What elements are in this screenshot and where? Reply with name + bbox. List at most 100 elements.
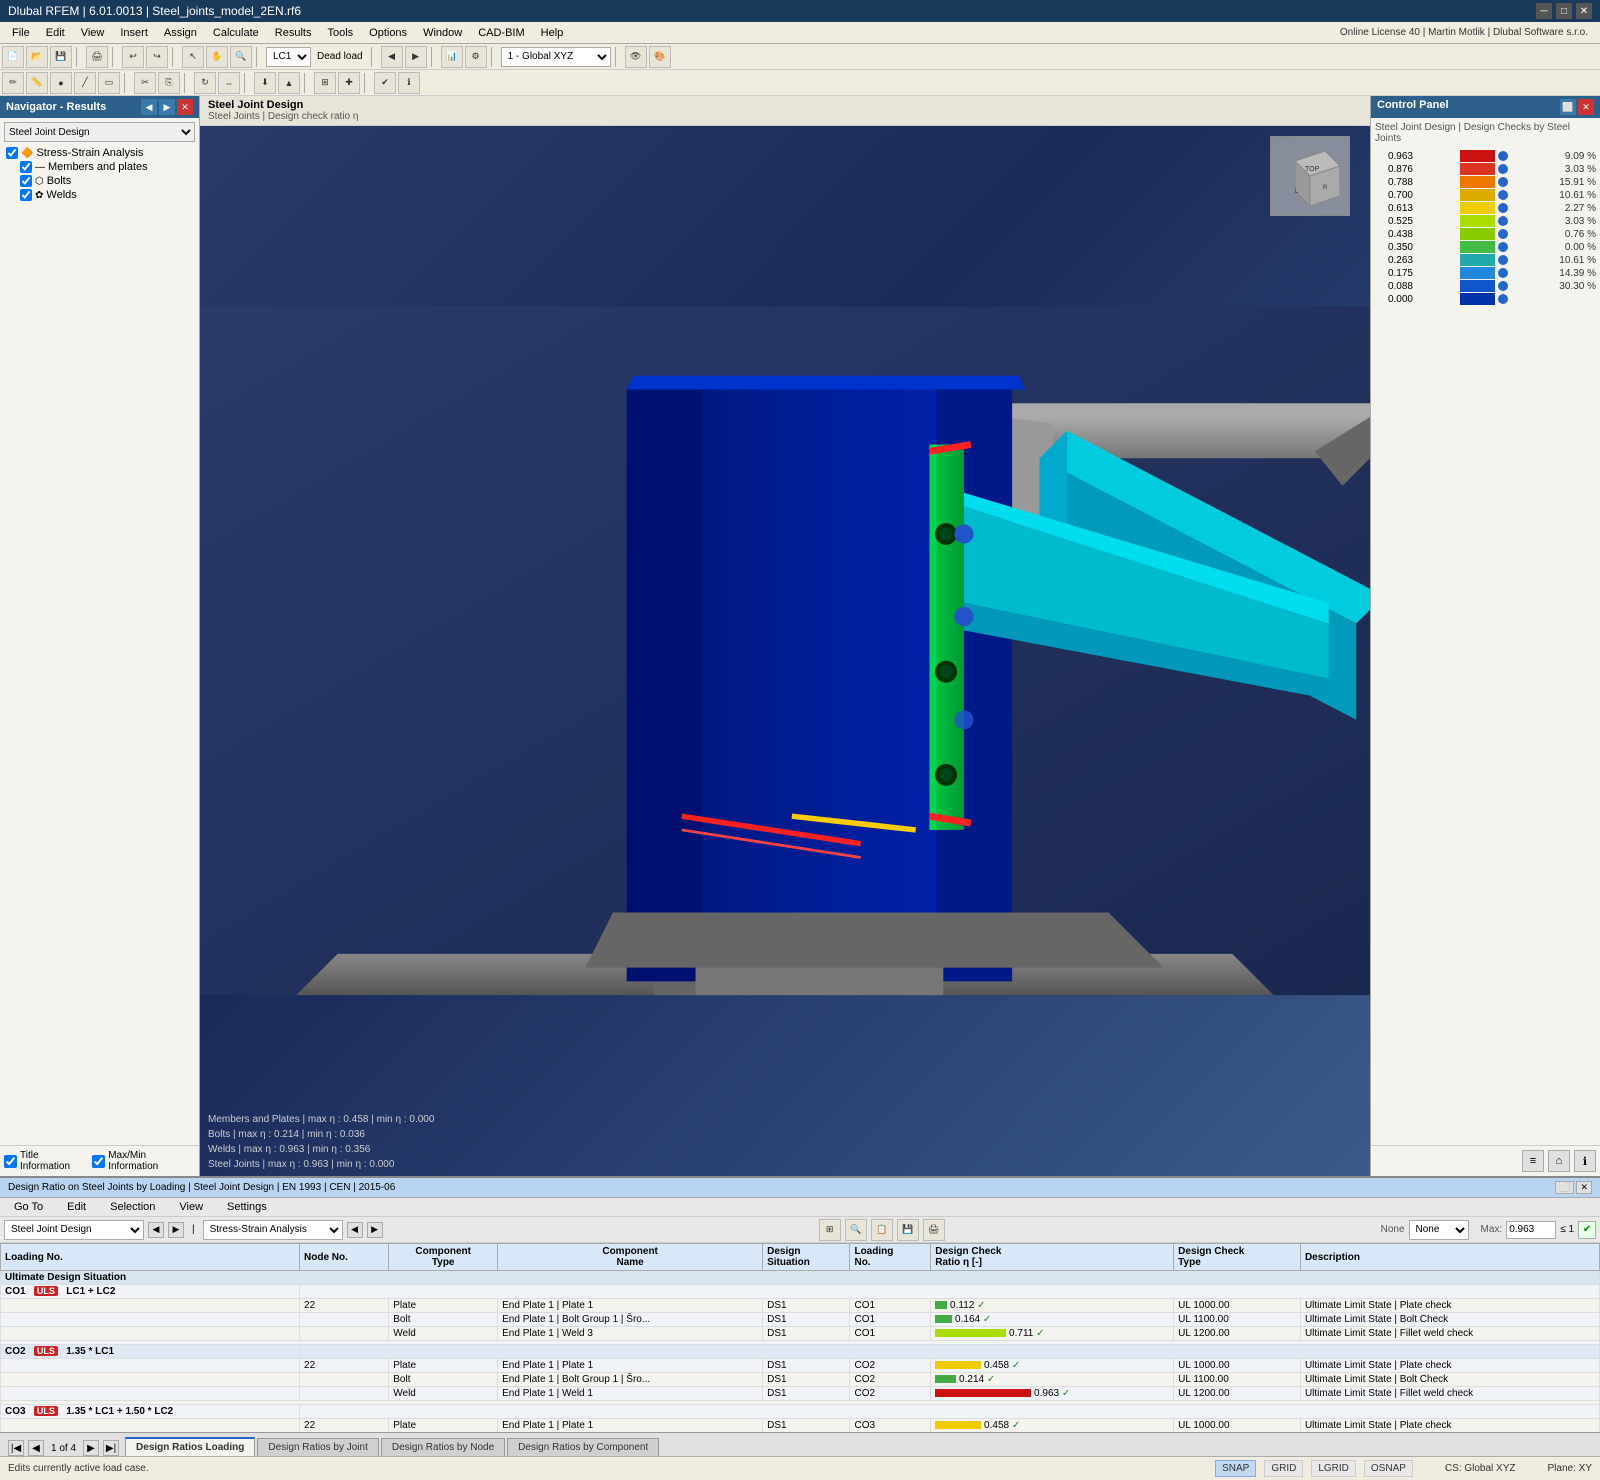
results-next-button[interactable]: ▶ — [168, 1222, 184, 1238]
cp-float-button[interactable]: ⬜ — [1560, 99, 1576, 115]
maximize-button[interactable]: □ — [1556, 3, 1572, 19]
tab-design-ratios-loading[interactable]: Design Ratios Loading — [125, 1437, 255, 1456]
max-value-input[interactable] — [1506, 1221, 1556, 1239]
results-menu-goto[interactable]: Go To — [8, 1200, 49, 1214]
status-snap[interactable]: SNAP — [1215, 1460, 1256, 1477]
cp-info-button[interactable]: ℹ — [1574, 1150, 1596, 1172]
nav-prev-button[interactable]: ◀ — [141, 99, 157, 115]
check-button[interactable]: ✔ — [374, 72, 396, 94]
nav-item-welds[interactable]: ✿ Welds — [4, 188, 195, 202]
tab-design-ratios-component[interactable]: Design Ratios by Component — [507, 1438, 659, 1456]
load-button[interactable]: ⬇ — [254, 72, 276, 94]
results-menu-selection[interactable]: Selection — [104, 1200, 161, 1214]
render-button[interactable]: 🎨 — [649, 46, 671, 68]
nav-checkbox-bolts[interactable] — [20, 175, 32, 187]
results-button[interactable]: 📊 — [441, 46, 463, 68]
menu-tools[interactable]: Tools — [319, 25, 361, 41]
status-osnap[interactable]: OSNAP — [1364, 1460, 1413, 1477]
nav-item-members[interactable]: — Members and plates — [4, 160, 195, 174]
menu-edit[interactable]: Edit — [38, 25, 73, 41]
page-next-button[interactable]: ▶ — [83, 1440, 99, 1456]
menu-options[interactable]: Options — [361, 25, 415, 41]
results-icon5[interactable]: 🖨 — [923, 1219, 945, 1241]
menu-calculate[interactable]: Calculate — [205, 25, 267, 41]
results-combo2-next[interactable]: ▶ — [367, 1222, 383, 1238]
rotate-button[interactable]: ↻ — [194, 72, 216, 94]
measure-button[interactable]: 📏 — [26, 72, 48, 94]
support-button[interactable]: ▲ — [278, 72, 300, 94]
cp-close-button[interactable]: ✕ — [1578, 99, 1594, 115]
filter-check-button[interactable]: ✔ — [1578, 1221, 1596, 1239]
page-first-button[interactable]: |◀ — [8, 1440, 24, 1456]
nav-footer-maxmin[interactable]: Max/Min Information — [92, 1150, 195, 1172]
nav-item-bolts[interactable]: ⬡ Bolts — [4, 174, 195, 188]
menu-help[interactable]: Help — [533, 25, 572, 41]
window-controls[interactable]: ─ □ ✕ — [1536, 3, 1592, 19]
viewport-3d[interactable]: TOP L R Members and Plates | max η : 0.4… — [200, 126, 1370, 1176]
results-combo2-prev[interactable]: ◀ — [347, 1222, 363, 1238]
prev-result-button[interactable]: ◀ — [381, 46, 403, 68]
results-icon2[interactable]: 🔍 — [845, 1219, 867, 1241]
results-combo1[interactable]: Steel Joint Design — [4, 1220, 144, 1240]
nav-item-stress-strain[interactable]: 🔶 Stress-Strain Analysis — [4, 146, 195, 160]
copy-button[interactable]: ⎘ — [158, 72, 180, 94]
view-button[interactable]: 👁 — [625, 46, 647, 68]
nav-footer-maxmin-checkbox[interactable] — [92, 1155, 105, 1168]
cube-navigator[interactable]: TOP L R — [1270, 136, 1350, 216]
cp-table-button[interactable]: ≡ — [1522, 1150, 1544, 1172]
menu-insert[interactable]: Insert — [112, 25, 156, 41]
results-close-button[interactable]: ✕ — [1576, 1181, 1592, 1194]
open-button[interactable]: 📂 — [26, 46, 48, 68]
pan-button[interactable]: ✋ — [206, 46, 228, 68]
nav-next-button[interactable]: ▶ — [159, 99, 175, 115]
cut-button[interactable]: ✂ — [134, 72, 156, 94]
coord-system-combo[interactable]: 1 - Global XYZ — [501, 47, 611, 67]
nav-checkbox-welds[interactable] — [20, 189, 32, 201]
results-menu-edit[interactable]: Edit — [61, 1200, 92, 1214]
menu-file[interactable]: File — [4, 25, 38, 41]
section-button[interactable]: ⊞ — [314, 72, 336, 94]
results-prev-button[interactable]: ◀ — [148, 1222, 164, 1238]
nav-footer-title-info[interactable]: Title Information — [4, 1150, 88, 1172]
line-button[interactable]: ╱ — [74, 72, 96, 94]
nav-close-button[interactable]: ✕ — [177, 99, 193, 115]
save-button[interactable]: 💾 — [50, 46, 72, 68]
load-case-combo[interactable]: LC1 — [266, 47, 311, 67]
tab-design-ratios-node[interactable]: Design Ratios by Node — [381, 1438, 505, 1456]
nav-checkbox-stress[interactable] — [6, 147, 18, 159]
results-combo2[interactable]: Stress-Strain Analysis — [203, 1220, 343, 1240]
node-button[interactable]: ● — [50, 72, 72, 94]
cp-chart-button[interactable]: ⌂ — [1548, 1150, 1570, 1172]
mirror-button[interactable]: ⇔ — [218, 72, 240, 94]
select-button[interactable]: ↖ — [182, 46, 204, 68]
new-button[interactable]: 📄 — [2, 46, 24, 68]
status-grid[interactable]: GRID — [1264, 1460, 1303, 1477]
undo-button[interactable]: ↩ — [122, 46, 144, 68]
results-menu-settings[interactable]: Settings — [221, 1200, 273, 1214]
menu-cadbim[interactable]: CAD-BIM — [470, 25, 532, 41]
results-menu-view[interactable]: View — [173, 1200, 209, 1214]
results-float-button[interactable]: ⬜ — [1555, 1181, 1574, 1194]
status-lgrid[interactable]: LGRID — [1311, 1460, 1356, 1477]
results-icon3[interactable]: 📋 — [871, 1219, 893, 1241]
page-prev-button[interactable]: ◀ — [28, 1440, 44, 1456]
minimize-button[interactable]: ─ — [1536, 3, 1552, 19]
draw-button[interactable]: ✏ — [2, 72, 24, 94]
menu-results[interactable]: Results — [267, 25, 320, 41]
tab-design-ratios-joint[interactable]: Design Ratios by Joint — [257, 1438, 379, 1456]
next-result-button[interactable]: ▶ — [405, 46, 427, 68]
settings-button[interactable]: ⚙ — [465, 46, 487, 68]
navigator-combo[interactable]: Steel Joint Design — [4, 122, 195, 142]
none-combo[interactable]: None — [1409, 1220, 1469, 1240]
zoom-button[interactable]: 🔍 — [230, 46, 252, 68]
menu-view[interactable]: View — [73, 25, 113, 41]
nav-checkbox-members[interactable] — [20, 161, 32, 173]
redo-button[interactable]: ↪ — [146, 46, 168, 68]
results-icon4[interactable]: 💾 — [897, 1219, 919, 1241]
page-last-button[interactable]: ▶| — [103, 1440, 119, 1456]
close-button[interactable]: ✕ — [1576, 3, 1592, 19]
results-icon1[interactable]: ⊞ — [819, 1219, 841, 1241]
print-button[interactable]: 🖨 — [86, 46, 108, 68]
menu-assign[interactable]: Assign — [156, 25, 205, 41]
surface-button[interactable]: ▭ — [98, 72, 120, 94]
